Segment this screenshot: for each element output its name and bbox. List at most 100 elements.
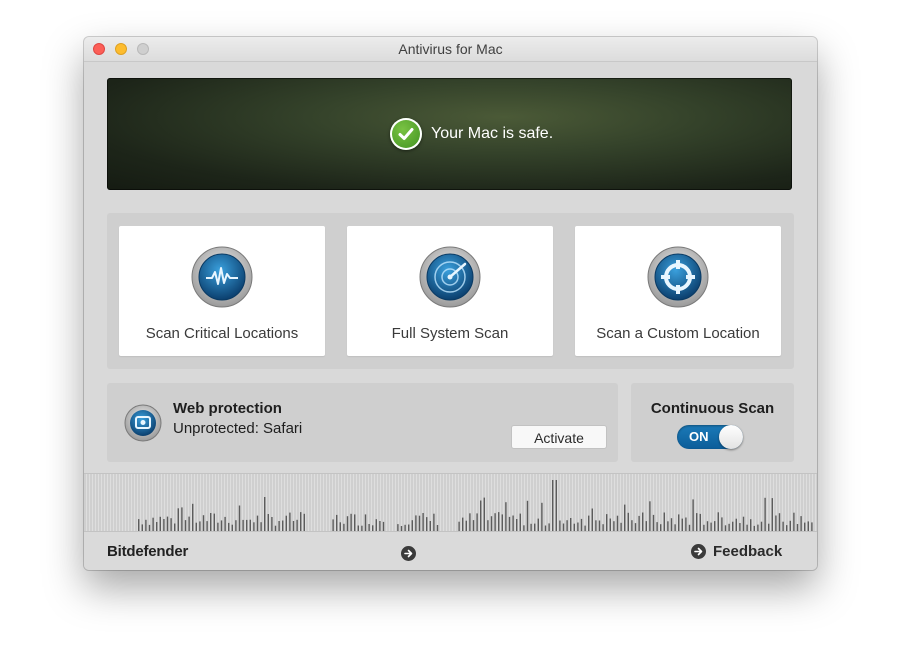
next-arrow-button[interactable] [401, 545, 416, 563]
activity-bar [699, 513, 701, 532]
activity-bar [555, 480, 557, 532]
activity-bar [721, 517, 723, 532]
activity-bar [624, 504, 626, 532]
activate-button[interactable]: Activate [511, 425, 607, 449]
web-protection-title: Web protection [173, 400, 282, 417]
activity-bar [188, 516, 190, 532]
activity-bar [526, 500, 529, 532]
activity-bar [537, 518, 539, 532]
activity-bar [350, 513, 352, 532]
activity-bar [490, 516, 493, 532]
footer-bar: Bitdefender Feedback [84, 531, 817, 570]
activity-bar [303, 513, 305, 532]
activity-bar [793, 512, 795, 532]
activity-bars [138, 480, 813, 532]
activity-bar [192, 503, 194, 532]
activity-bar [505, 502, 507, 532]
activity-bar [681, 518, 683, 532]
status-banner: Your Mac is safe. [107, 78, 792, 190]
activity-bar [627, 512, 629, 532]
activity-bar [692, 499, 694, 532]
window-title: Antivirus for Mac [398, 41, 503, 57]
activity-bar [685, 517, 687, 532]
activity-bar [181, 507, 183, 532]
activity-bar [670, 518, 673, 532]
activity-bar [649, 501, 651, 532]
activity-bar [588, 515, 590, 532]
app-window: Antivirus for Mac Your Mac is safe. Scan… [84, 37, 817, 570]
activity-bar [285, 515, 287, 532]
activity-bar [483, 497, 485, 532]
activity-bar [663, 512, 665, 532]
activity-bar [462, 517, 464, 532]
activity-bar [426, 517, 428, 532]
activity-bar [415, 515, 417, 532]
check-circle-icon [390, 118, 422, 150]
shield-globe-icon [124, 404, 162, 442]
arrow-right-icon [691, 544, 706, 559]
activity-bar [202, 515, 205, 532]
activity-bar [498, 512, 500, 532]
full-system-scan-button[interactable]: Full System Scan [347, 226, 553, 356]
feedback-label: Feedback [713, 543, 783, 560]
scan-custom-location-button[interactable]: Scan a Custom Location [575, 226, 781, 356]
activity-bar [166, 516, 169, 532]
activity-bar [606, 514, 608, 532]
activity-bar [775, 515, 777, 532]
activity-bar [271, 517, 273, 532]
activity-bar [364, 514, 367, 532]
activity-bar [519, 513, 521, 532]
scan-activity-graph [84, 473, 817, 532]
activity-bar [300, 512, 302, 532]
activity-bar [418, 515, 421, 532]
activity-bar [422, 513, 424, 532]
radar-icon [419, 246, 481, 308]
activity-bar [570, 518, 572, 532]
activity-bar [494, 513, 496, 532]
activity-bar [346, 516, 349, 532]
scan-card-label: Scan Critical Locations [145, 325, 299, 342]
activity-bar [224, 516, 226, 532]
activity-bar [552, 480, 554, 532]
continuous-scan-panel: Continuous Scan ON [631, 383, 794, 462]
activity-bar [238, 505, 241, 532]
activity-bar [609, 518, 611, 532]
activity-bar [800, 516, 802, 532]
continuous-scan-title: Continuous Scan [650, 400, 775, 417]
activity-bar [541, 502, 543, 532]
title-bar: Antivirus for Mac [84, 37, 817, 62]
activity-bar [177, 508, 179, 532]
activity-bar [354, 514, 356, 532]
scan-card-label: Scan a Custom Location [596, 325, 760, 342]
activity-bar [778, 513, 781, 532]
toggle-knob [719, 425, 743, 449]
activity-bar [638, 515, 640, 532]
activity-bar [152, 517, 154, 532]
toggle-label: ON [689, 429, 709, 444]
activity-bar [213, 513, 215, 532]
web-protection-panel: Web protection Unprotected: Safari Activ… [107, 383, 618, 462]
activity-bar [469, 513, 471, 532]
waveform-icon [191, 246, 253, 308]
target-icon [647, 246, 709, 308]
activity-bar [267, 514, 269, 532]
arrow-right-icon [401, 546, 416, 561]
status-text: Your Mac is safe. [431, 125, 554, 142]
activity-bar [717, 512, 719, 532]
feedback-button[interactable]: Feedback [691, 543, 782, 560]
activity-bar [289, 512, 291, 532]
activity-bar [642, 512, 644, 532]
activity-bar [696, 513, 698, 532]
activity-bar [764, 497, 766, 532]
activity-bar [159, 516, 161, 532]
activity-bar [742, 516, 745, 532]
activity-bar [678, 514, 680, 532]
activity-bar [210, 513, 212, 532]
continuous-scan-toggle[interactable]: ON [677, 425, 743, 449]
activity-bar [256, 515, 259, 532]
scan-critical-locations-button[interactable]: Scan Critical Locations [119, 226, 325, 356]
activity-bar [652, 514, 655, 532]
activity-bar [501, 514, 503, 532]
activity-bar [336, 514, 338, 532]
activity-bar [264, 497, 266, 532]
